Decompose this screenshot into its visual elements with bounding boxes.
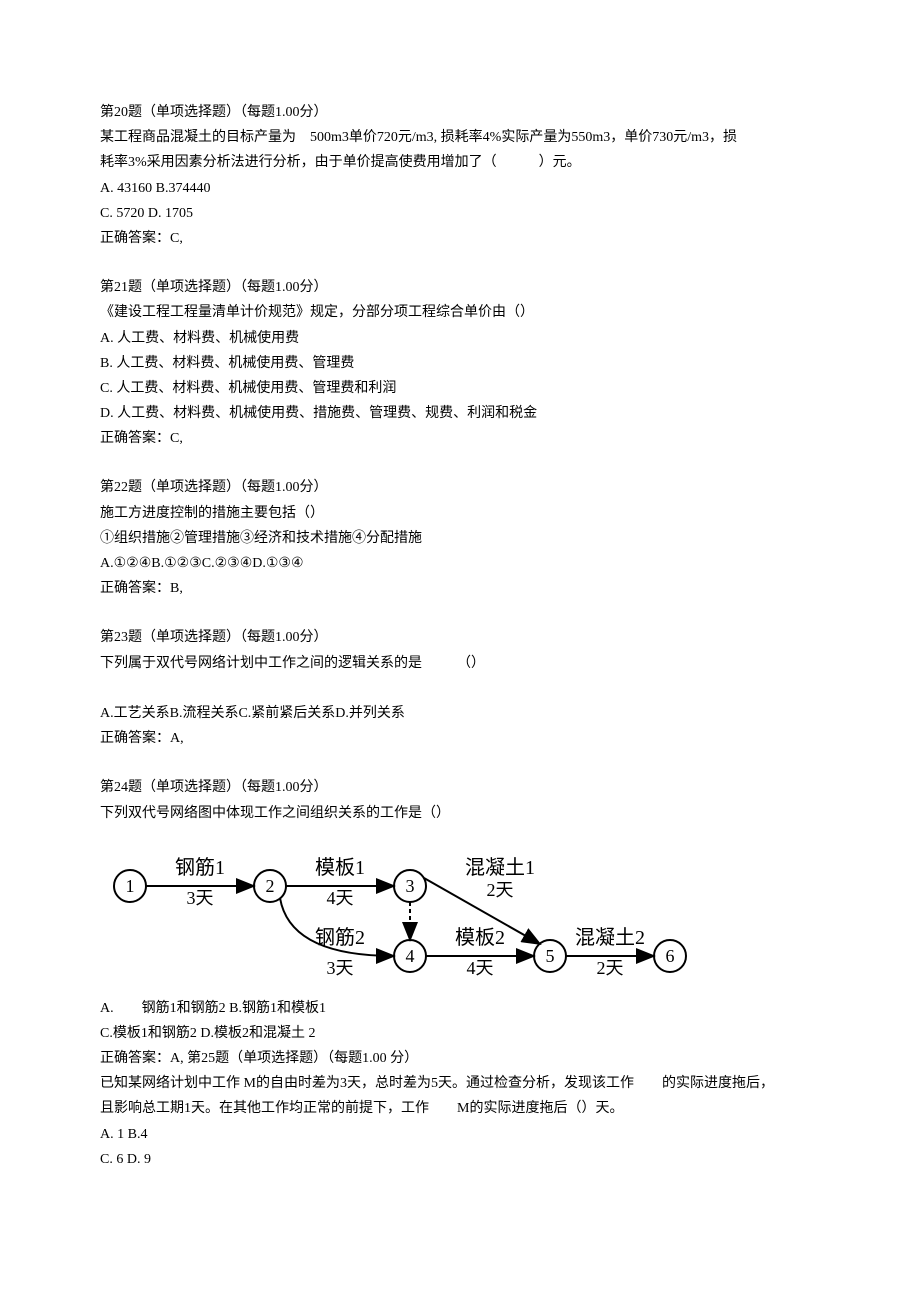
node-2: 2 xyxy=(266,876,275,896)
arc-day-top-1: 3天 xyxy=(187,888,214,908)
arc-label-bot-2: 模板2 xyxy=(455,926,505,949)
arc-day-bot-3: 2天 xyxy=(597,958,624,978)
q20-option-row-2: C. 5720 D. 1705 xyxy=(100,201,820,226)
q21-option-c: C. 人工费、材料费、机械使用费、管理费和利润 xyxy=(100,376,820,401)
q22-options: A.①②④B.①②③C.②③④D.①③④ xyxy=(100,551,820,576)
q25-stem-2: 且影响总工期1天。在其他工作均正常的前提下，工作 M的实际进度拖后（）天。 xyxy=(100,1096,820,1121)
q22-answer: 正确答案：B, xyxy=(100,576,820,601)
arc-label-bot-3: 混凝土2 xyxy=(575,926,645,949)
question-23: 第23题（单项选择题）（每题1.00分） 下列属于双代号网络计划中工作之间的逻辑… xyxy=(100,625,820,751)
arc-label-top-3: 混凝土1 xyxy=(465,856,535,879)
q25-option-row-2: C. 6 D. 9 xyxy=(100,1147,820,1172)
arc-label-top-2: 模板1 xyxy=(315,856,365,879)
question-22: 第22题（单项选择题）（每题1.00分） 施工方进度控制的措施主要包括（） ①组… xyxy=(100,475,820,601)
q21-header: 第21题（单项选择题）（每题1.00分） xyxy=(100,275,820,300)
q22-header: 第22题（单项选择题）（每题1.00分） xyxy=(100,475,820,500)
q20-stem-2: 耗率3%采用因素分析法进行分析，由于单价提高使费用增加了（ ）元。 xyxy=(100,150,820,175)
q24-option-row-2: C.模板1和钢筋2 D.模板2和混凝土 2 xyxy=(100,1021,820,1046)
q22-stem-1: 施工方进度控制的措施主要包括（） xyxy=(100,501,820,526)
arc-label-bot-1: 钢筋2 xyxy=(315,926,365,949)
network-diagram: 1 2 3 4 5 6 钢筋1 3天 模板1 4天 混凝土1 2天 钢筋2 xyxy=(100,836,820,986)
q21-answer: 正确答案：C, xyxy=(100,426,820,451)
question-20: 第20题（单项选择题）（每题1.00分） 某工程商品混凝土的目标产量为 500m… xyxy=(100,100,820,251)
q24-stem: 下列双代号网络图中体现工作之间组织关系的工作是（） xyxy=(100,801,820,826)
arc-label-top-1: 钢筋1 xyxy=(175,856,225,879)
arc-day-top-3: 2天 xyxy=(487,880,514,900)
q20-option-row-1: A. 43160 B.374440 xyxy=(100,176,820,201)
q20-stem-1: 某工程商品混凝土的目标产量为 500m3单价720元/m3, 损耗率4%实际产量… xyxy=(100,125,820,150)
q21-stem: 《建设工程工程量清单计价规范》规定，分部分项工程综合单价由（） xyxy=(100,300,820,325)
arc-day-bot-1: 3天 xyxy=(327,958,354,978)
arc-day-top-2: 4天 xyxy=(327,888,354,908)
node-5: 5 xyxy=(546,946,555,966)
node-4: 4 xyxy=(406,946,415,966)
q21-option-d: D. 人工费、材料费、机械使用费、措施费、管理费、规费、利润和税金 xyxy=(100,401,820,426)
q23-header: 第23题（单项选择题）（每题1.00分） xyxy=(100,625,820,650)
q21-option-b: B. 人工费、材料费、机械使用费、管理费 xyxy=(100,351,820,376)
q24-option-row-1: A. 钢筋1和钢筋2 B.钢筋1和模板1 xyxy=(100,996,820,1021)
q25-stem-1: 已知某网络计划中工作 M的自由时差为3天，总时差为5天。通过检查分析，发现该工作… xyxy=(100,1071,820,1096)
q25-option-row-1: A. 1 B.4 xyxy=(100,1122,820,1147)
q24-answer: 正确答案：A, 第25题（单项选择题）（每题1.00 分） xyxy=(100,1046,820,1071)
q24-header: 第24题（单项选择题）（每题1.00分） xyxy=(100,775,820,800)
node-6: 6 xyxy=(666,946,675,966)
q23-stem: 下列属于双代号网络计划中工作之间的逻辑关系的是 （） xyxy=(100,651,820,676)
q23-answer: 正确答案：A, xyxy=(100,726,820,751)
question-21: 第21题（单项选择题）（每题1.00分） 《建设工程工程量清单计价规范》规定，分… xyxy=(100,275,820,451)
question-24: 第24题（单项选择题）（每题1.00分） 下列双代号网络图中体现工作之间组织关系… xyxy=(100,775,820,1172)
q20-answer: 正确答案：C, xyxy=(100,226,820,251)
q23-options: A.工艺关系B.流程关系C.紧前紧后关系D.并列关系 xyxy=(100,701,820,726)
q21-option-a: A. 人工费、材料费、机械使用费 xyxy=(100,326,820,351)
node-1: 1 xyxy=(126,876,135,896)
q22-stem-2: ①组织措施②管理措施③经济和技术措施④分配措施 xyxy=(100,526,820,551)
arc-day-bot-2: 4天 xyxy=(467,958,494,978)
node-3: 3 xyxy=(406,876,415,896)
q20-header: 第20题（单项选择题）（每题1.00分） xyxy=(100,100,820,125)
